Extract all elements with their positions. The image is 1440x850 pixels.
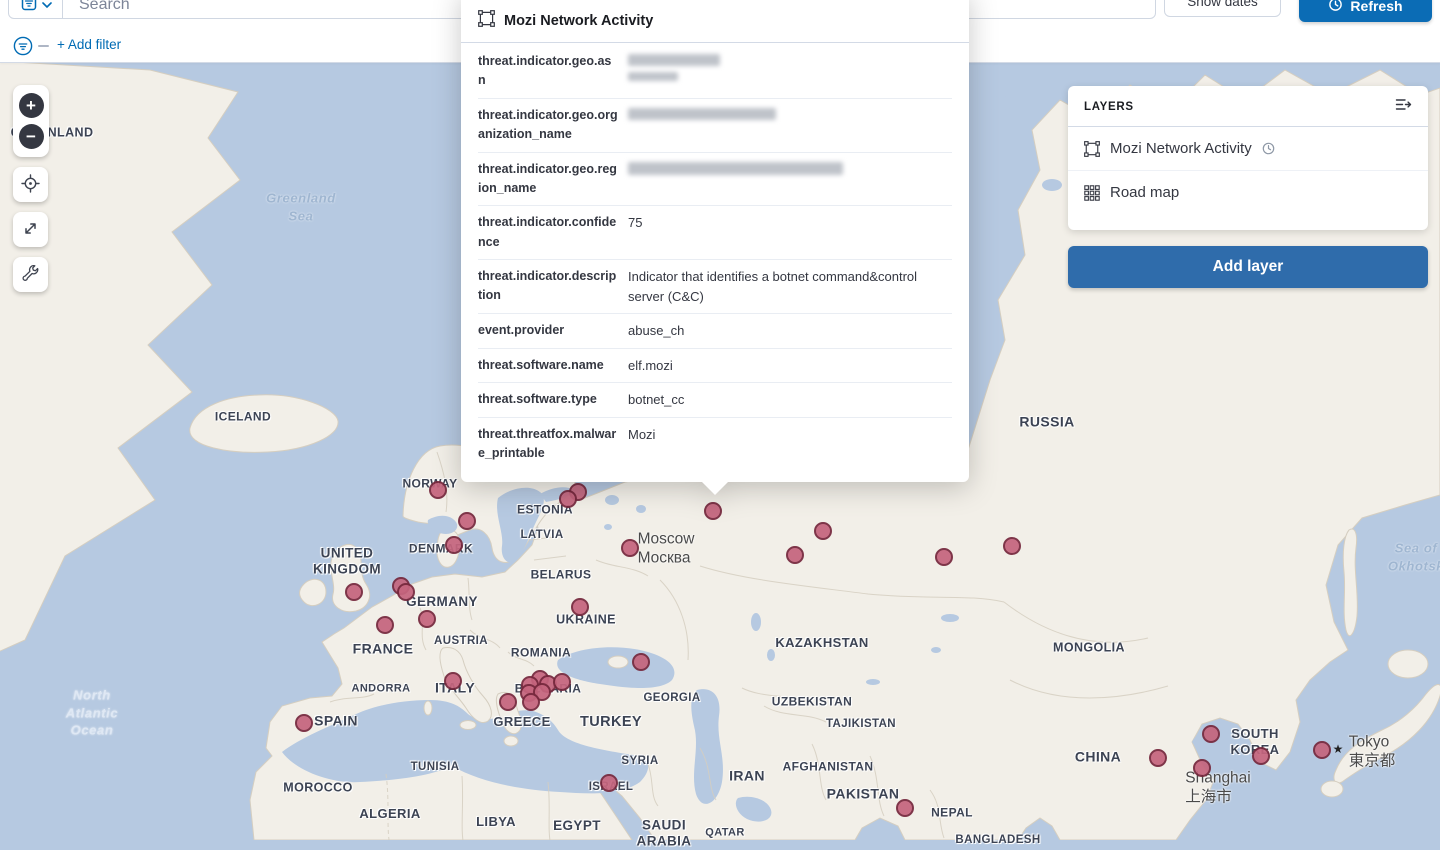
grid-icon	[1084, 185, 1100, 201]
crosshair-icon	[21, 174, 40, 196]
field-name: threat.indicator.description	[478, 267, 618, 306]
map-point[interactable]	[295, 714, 313, 732]
tooltip-title: Mozi Network Activity	[504, 13, 653, 29]
filter-menu-icon[interactable]	[13, 36, 33, 61]
redacted-value	[628, 108, 776, 120]
layers-list: Mozi Network Activity Road map	[1068, 127, 1428, 214]
field-name: threat.software.type	[478, 390, 618, 410]
map-point[interactable]	[621, 539, 639, 557]
layers-panel: LAYERS Mozi Network Activity Road map	[1068, 86, 1428, 230]
field-value	[628, 106, 952, 145]
map-point[interactable]	[786, 546, 804, 564]
vector-square-icon	[1084, 141, 1100, 157]
map-point[interactable]	[1313, 741, 1331, 759]
refresh-button[interactable]: Refresh	[1299, 0, 1432, 22]
map-point[interactable]	[704, 502, 722, 520]
map-point[interactable]	[600, 774, 618, 792]
chevron-down-icon	[42, 0, 52, 14]
map-controls: + −	[13, 85, 49, 292]
redacted-value	[628, 162, 843, 175]
field-value: abuse_ch	[628, 321, 952, 341]
layer-row[interactable]: Mozi Network Activity	[1068, 127, 1428, 171]
add-filter-link[interactable]: + Add filter	[57, 37, 121, 52]
redacted-value	[628, 54, 720, 66]
tooltip-field-row: threat.indicator.description Indicator th…	[478, 260, 952, 314]
field-value	[628, 52, 952, 91]
map-point[interactable]	[1252, 747, 1270, 765]
tooltip-field-row: threat.threatfox.malware_printable Mozi	[478, 418, 952, 471]
field-value: Indicator that identifies a botnet comma…	[628, 267, 952, 306]
divider	[461, 42, 969, 43]
set-view-button[interactable]	[13, 167, 48, 202]
tooltip-field-row: threat.indicator.geo.region_name	[478, 153, 952, 207]
map-point[interactable]	[418, 610, 436, 628]
layer-row[interactable]: Road map	[1068, 171, 1428, 214]
field-name: event.provider	[478, 321, 618, 341]
map-point[interactable]	[445, 536, 463, 554]
field-name: threat.threatfox.malware_printable	[478, 425, 618, 464]
map-point[interactable]	[458, 512, 476, 530]
map-point[interactable]	[397, 583, 415, 601]
show-dates-button[interactable]: Show dates	[1164, 0, 1281, 17]
map-point[interactable]	[1149, 749, 1167, 767]
zoom-in-button[interactable]: +	[19, 93, 44, 118]
field-name: threat.indicator.geo.organization_name	[478, 106, 618, 145]
field-value: elf.mozi	[628, 356, 952, 376]
field-name: threat.indicator.geo.region_name	[478, 160, 618, 199]
clock-refresh-icon	[1328, 0, 1343, 15]
map-point[interactable]	[814, 522, 832, 540]
tools-button[interactable]	[13, 257, 48, 292]
add-layer-button[interactable]: Add layer	[1068, 246, 1428, 288]
map-point[interactable]	[935, 548, 953, 566]
search-placeholder: Search	[79, 0, 130, 14]
map-point[interactable]	[429, 481, 447, 499]
field-value: botnet_cc	[628, 390, 952, 410]
zoom-control: + −	[13, 85, 49, 157]
layers-panel-title: LAYERS	[1084, 101, 1134, 113]
field-name: threat.indicator.geo.asn	[478, 52, 618, 91]
tooltip-field-row: threat.software.type botnet_cc	[478, 383, 952, 418]
tooltip-field-row: threat.indicator.geo.asn	[478, 45, 952, 99]
refresh-label: Refresh	[1350, 0, 1402, 14]
map-point[interactable]	[522, 693, 540, 711]
time-filter-icon	[1262, 142, 1275, 155]
map-point[interactable]	[345, 583, 363, 601]
field-name: threat.indicator.confidence	[478, 213, 618, 252]
vector-square-icon	[478, 10, 495, 32]
map-point[interactable]	[896, 799, 914, 817]
wrench-icon	[22, 265, 39, 285]
map-point[interactable]	[553, 673, 571, 691]
fit-to-data-button[interactable]	[13, 212, 48, 247]
map-point[interactable]	[571, 598, 589, 616]
map-point[interactable]	[499, 693, 517, 711]
field-value: Mozi	[628, 425, 952, 464]
saved-query-icon	[21, 0, 37, 16]
saved-query-menu-button[interactable]	[9, 0, 63, 18]
tooltip-field-row: event.provider abuse_ch	[478, 314, 952, 349]
redacted-value	[628, 72, 678, 81]
filter-divider	[38, 45, 49, 47]
tooltip-field-row: threat.indicator.confidence 75	[478, 206, 952, 260]
feature-tooltip: Mozi Network Activity threat.indicator.g…	[461, 0, 969, 482]
map-point[interactable]	[376, 616, 394, 634]
tooltip-field-row: threat.indicator.geo.organization_name	[478, 99, 952, 153]
map-point[interactable]	[559, 490, 577, 508]
map-point[interactable]	[1202, 725, 1220, 743]
field-name: threat.software.name	[478, 356, 618, 376]
tooltip-fields: threat.indicator.geo.asn threat.indicator…	[461, 45, 969, 470]
map-point[interactable]	[1193, 759, 1211, 777]
expand-icon	[22, 220, 39, 240]
layer-label: Mozi Network Activity	[1110, 140, 1252, 157]
tooltip-field-row: threat.software.name elf.mozi	[478, 349, 952, 384]
map-point[interactable]	[444, 672, 462, 690]
field-value	[628, 160, 952, 199]
map-point[interactable]	[632, 653, 650, 671]
map-point[interactable]	[1003, 537, 1021, 555]
tooltip-pointer	[701, 481, 729, 495]
layer-label: Road map	[1110, 184, 1179, 201]
field-value: 75	[628, 213, 952, 252]
collapse-panel-icon[interactable]	[1395, 97, 1412, 117]
show-dates-label: Show dates	[1187, 0, 1258, 9]
zoom-out-button[interactable]: −	[19, 124, 44, 149]
